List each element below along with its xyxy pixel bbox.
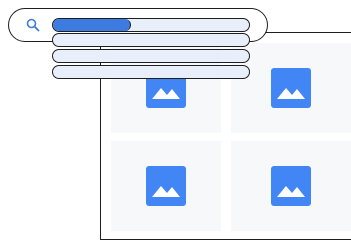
image-icon xyxy=(271,68,311,108)
image-tile[interactable] xyxy=(231,141,351,231)
image-tile[interactable] xyxy=(111,141,221,231)
suggestion-placeholder[interactable] xyxy=(52,49,250,63)
suggestion-placeholder[interactable] xyxy=(52,33,250,47)
search-query-fill xyxy=(53,19,132,31)
image-icon xyxy=(271,166,311,206)
search-query-bar[interactable] xyxy=(52,18,250,32)
page xyxy=(0,0,351,242)
search-icon[interactable] xyxy=(25,17,41,33)
results-panel xyxy=(100,32,351,240)
image-icon xyxy=(146,166,186,206)
suggestion-placeholder[interactable] xyxy=(52,65,250,79)
